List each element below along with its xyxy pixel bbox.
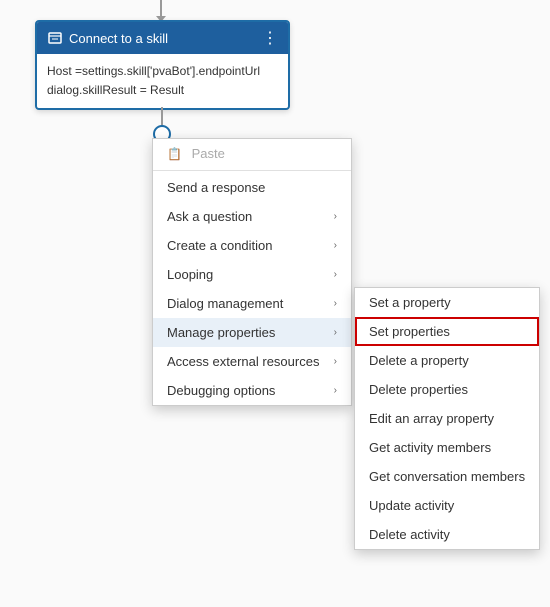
menu-item-paste[interactable]: 📋 Paste <box>153 139 351 168</box>
menu-item-dialog-management[interactable]: Dialog management › <box>153 289 351 318</box>
node-line1: Host =settings.skill['pvaBot'].endpointU… <box>47 62 278 81</box>
node-more-menu-icon[interactable]: ⋮ <box>262 28 278 48</box>
menu-item-manage-properties[interactable]: Manage properties › <box>153 318 351 347</box>
menu-item-send-response[interactable]: Send a response <box>153 173 351 202</box>
menu-separator-1 <box>153 170 351 171</box>
submenu-set-properties-label: Set properties <box>369 324 450 339</box>
menu-send-response-label: Send a response <box>167 180 265 195</box>
menu-item-create-condition[interactable]: Create a condition › <box>153 231 351 260</box>
submenu-get-activity-members-label: Get activity members <box>369 440 491 455</box>
menu-item-looping[interactable]: Looping › <box>153 260 351 289</box>
node-header-left: Connect to a skill <box>47 30 168 46</box>
submenu-item-set-property[interactable]: Set a property <box>355 288 539 317</box>
submenu-delete-property-label: Delete a property <box>369 353 469 368</box>
connector-mid-line <box>161 107 163 127</box>
submenu-item-update-activity[interactable]: Update activity <box>355 491 539 520</box>
submenu-item-get-conversation-members[interactable]: Get conversation members <box>355 462 539 491</box>
menu-paste-label: Paste <box>192 146 225 161</box>
menu-item-ask-question[interactable]: Ask a question › <box>153 202 351 231</box>
submenu-item-get-activity-members[interactable]: Get activity members <box>355 433 539 462</box>
debugging-chevron: › <box>334 385 337 396</box>
menu-item-access-external[interactable]: Access external resources › <box>153 347 351 376</box>
paste-icon: 📋 <box>167 147 182 161</box>
canvas: Connect to a skill ⋮ Host =settings.skil… <box>0 0 550 607</box>
submenu-item-edit-array[interactable]: Edit an array property <box>355 404 539 433</box>
menu-access-external-label: Access external resources <box>167 354 319 369</box>
submenu-manage-properties: Set a property Set properties Delete a p… <box>354 287 540 550</box>
context-menu: 📋 Paste Send a response Ask a question ›… <box>152 138 352 406</box>
node-header: Connect to a skill ⋮ <box>37 22 288 54</box>
menu-dialog-management-label: Dialog management <box>167 296 283 311</box>
submenu-get-conversation-members-label: Get conversation members <box>369 469 525 484</box>
node-title: Connect to a skill <box>69 31 168 46</box>
node-card: Connect to a skill ⋮ Host =settings.skil… <box>35 20 290 110</box>
submenu-item-delete-property[interactable]: Delete a property <box>355 346 539 375</box>
menu-ask-question-label: Ask a question <box>167 209 252 224</box>
submenu-item-delete-properties[interactable]: Delete properties <box>355 375 539 404</box>
menu-debugging-label: Debugging options <box>167 383 275 398</box>
menu-manage-properties-label: Manage properties <box>167 325 275 340</box>
menu-looping-label: Looping <box>167 267 213 282</box>
submenu-update-activity-label: Update activity <box>369 498 454 513</box>
access-external-chevron: › <box>334 356 337 367</box>
node-line2: dialog.skillResult = Result <box>47 81 278 100</box>
manage-properties-chevron: › <box>334 327 337 338</box>
submenu-set-property-label: Set a property <box>369 295 451 310</box>
submenu-edit-array-label: Edit an array property <box>369 411 494 426</box>
dialog-management-chevron: › <box>334 298 337 309</box>
submenu-item-delete-activity[interactable]: Delete activity <box>355 520 539 549</box>
menu-item-debugging[interactable]: Debugging options › <box>153 376 351 405</box>
create-condition-chevron: › <box>334 240 337 251</box>
submenu-delete-activity-label: Delete activity <box>369 527 450 542</box>
submenu-item-set-properties[interactable]: Set properties <box>355 317 539 346</box>
node-body: Host =settings.skill['pvaBot'].endpointU… <box>37 54 288 108</box>
submenu-delete-properties-label: Delete properties <box>369 382 468 397</box>
ask-question-chevron: › <box>334 211 337 222</box>
looping-chevron: › <box>334 269 337 280</box>
menu-create-condition-label: Create a condition <box>167 238 273 253</box>
skill-icon <box>47 30 63 46</box>
